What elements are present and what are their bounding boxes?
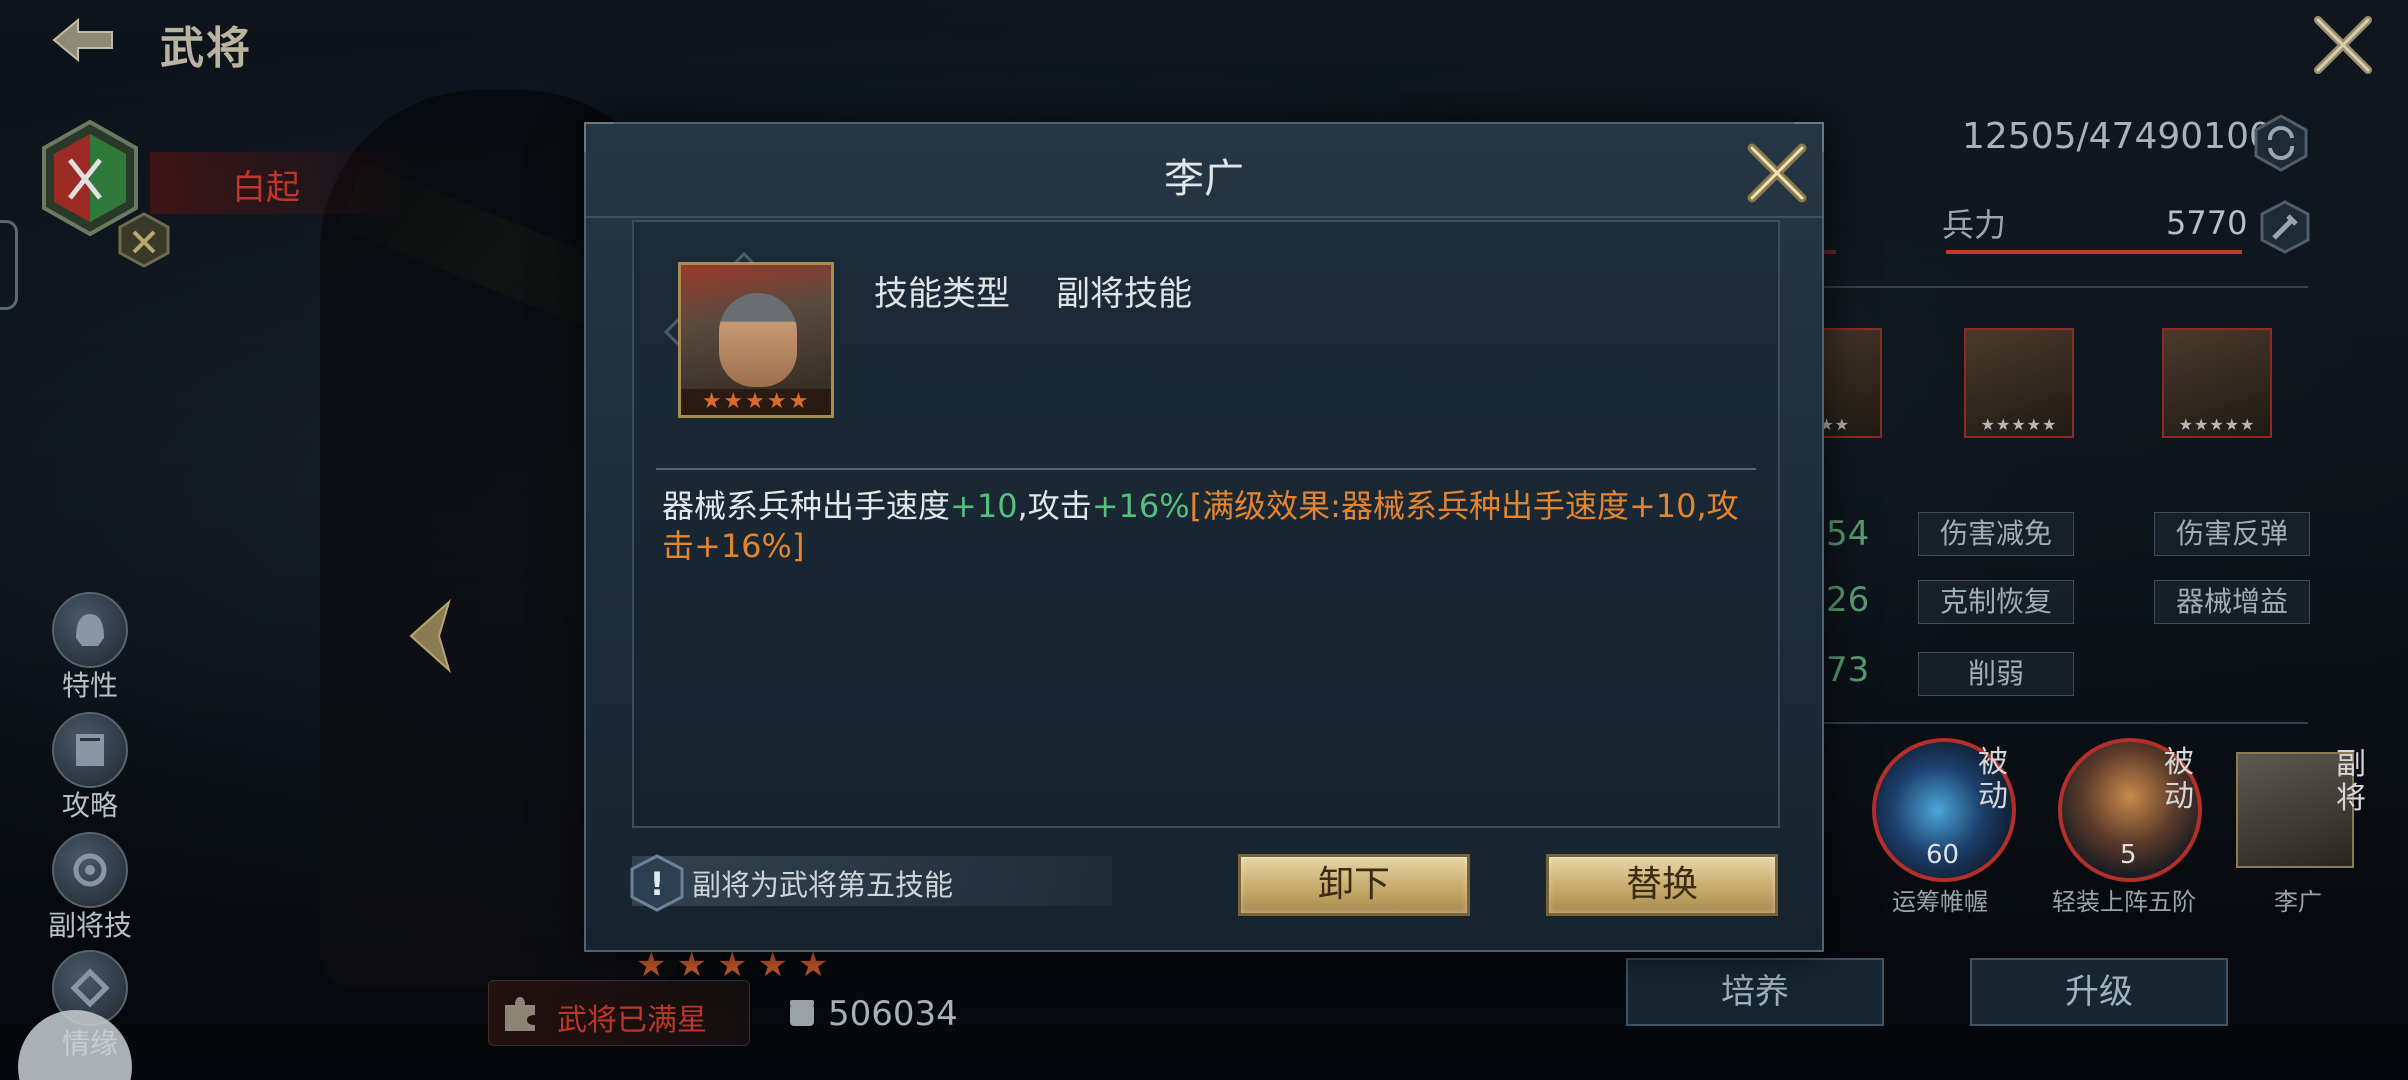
page-title: 武将 bbox=[160, 23, 252, 74]
attr-value: 73 bbox=[1826, 650, 1870, 690]
max-star-badge: 武将已满星 bbox=[488, 980, 750, 1046]
skill-level: 5 bbox=[2120, 840, 2137, 870]
close-icon[interactable] bbox=[1742, 138, 1812, 208]
description-divider bbox=[656, 468, 1756, 470]
troops-label: 兵力 bbox=[1942, 206, 2007, 244]
back-arrow-icon[interactable] bbox=[52, 18, 114, 62]
general-name: 白起 bbox=[232, 168, 300, 208]
svg-text:!: ! bbox=[650, 865, 665, 903]
skill-tag: 被动 bbox=[2164, 745, 2194, 814]
puzzle-icon bbox=[505, 997, 535, 1031]
side-drawer-handle[interactable] bbox=[0, 220, 18, 310]
replace-button[interactable]: 替换 bbox=[1546, 854, 1778, 916]
divider bbox=[1740, 722, 2308, 724]
book-icon bbox=[52, 712, 128, 788]
skill-type-label: 技能类型 bbox=[874, 274, 1010, 314]
deputy-skill-icon bbox=[52, 832, 128, 908]
desc-text: ,攻击 bbox=[1017, 487, 1092, 525]
attr-tag[interactable]: 伤害减免 bbox=[1918, 512, 2074, 556]
attr-tag[interactable]: 伤害反弹 bbox=[2154, 512, 2310, 556]
helmet-icon bbox=[52, 592, 128, 668]
beast-card[interactable]: ★★★★★ bbox=[1964, 328, 2074, 438]
portrait-face bbox=[719, 293, 797, 387]
modal-header-divider bbox=[586, 216, 1822, 218]
side-menu-label: 副将技 bbox=[47, 909, 132, 942]
troops-bar bbox=[1946, 250, 2242, 254]
close-icon[interactable] bbox=[2310, 12, 2376, 78]
modal-title: 李广 bbox=[1164, 156, 1244, 202]
exp-value: 12505/47490100 bbox=[1962, 116, 2272, 157]
combat-power-value: 506034 bbox=[828, 994, 958, 1034]
skill-name: 轻装上阵五阶 bbox=[2052, 888, 2196, 916]
max-star-label: 武将已满星 bbox=[557, 1003, 707, 1038]
troops-value: 5770 bbox=[2166, 204, 2248, 242]
skill-tag: 被动 bbox=[1978, 745, 2008, 814]
skill-level: 60 bbox=[1926, 840, 1960, 870]
attr-value: 26 bbox=[1826, 580, 1870, 620]
deputy-portrait: ★★★★★ bbox=[678, 262, 834, 418]
wrench-icon[interactable] bbox=[2258, 200, 2312, 254]
skill-type-value: 副将技能 bbox=[1056, 274, 1192, 314]
info-icon: ! bbox=[630, 854, 684, 912]
side-menu-traits[interactable]: 特性 bbox=[40, 592, 140, 704]
upgrade-button[interactable]: 升级 bbox=[1970, 958, 2228, 1026]
combat-power: 506034 bbox=[756, 984, 976, 1044]
class-emblem-icon bbox=[118, 212, 170, 268]
previous-general-icon[interactable] bbox=[405, 598, 455, 674]
desc-text: 器械系兵种出手速度 bbox=[662, 487, 951, 525]
fist-icon bbox=[790, 1000, 814, 1026]
train-button[interactable]: 培养 bbox=[1626, 958, 1884, 1026]
refresh-icon[interactable] bbox=[2252, 114, 2310, 172]
beast-card[interactable]: ★★★★★ bbox=[2162, 328, 2272, 438]
tip-text: 副将为武将第五技能 bbox=[692, 868, 954, 902]
side-menu-deputy-skill[interactable]: 副将技 bbox=[40, 832, 140, 944]
deputy-skill-modal: 李广 ★★★★★ 技能类型 副将技能 器械系兵种出手速度+10,攻击+16%[满… bbox=[584, 122, 1824, 952]
side-menu-guide[interactable]: 攻略 bbox=[40, 712, 140, 824]
deputy-tag: 副将 bbox=[2336, 747, 2366, 816]
skill-name: 运筹帷幄 bbox=[1892, 888, 1988, 916]
side-menu-label: 特性 bbox=[61, 669, 118, 702]
skill-description: 器械系兵种出手速度+10,攻击+16%[满级效果:器械系兵种出手速度+10,攻击… bbox=[662, 486, 1762, 566]
portrait-stars: ★★★★★ bbox=[681, 389, 831, 415]
attr-tag[interactable]: 克制恢复 bbox=[1918, 580, 2074, 624]
divider bbox=[1740, 286, 2308, 288]
attr-value: 54 bbox=[1826, 514, 1870, 554]
attr-tag[interactable]: 器械增益 bbox=[2154, 580, 2310, 624]
desc-value: +16% bbox=[1091, 487, 1190, 525]
attr-tag[interactable]: 削弱 bbox=[1918, 652, 2074, 696]
unequip-button[interactable]: 卸下 bbox=[1238, 854, 1470, 916]
desc-value: +10 bbox=[950, 487, 1018, 525]
deputy-name: 李广 bbox=[2274, 888, 2322, 916]
side-menu-label: 攻略 bbox=[61, 789, 118, 822]
